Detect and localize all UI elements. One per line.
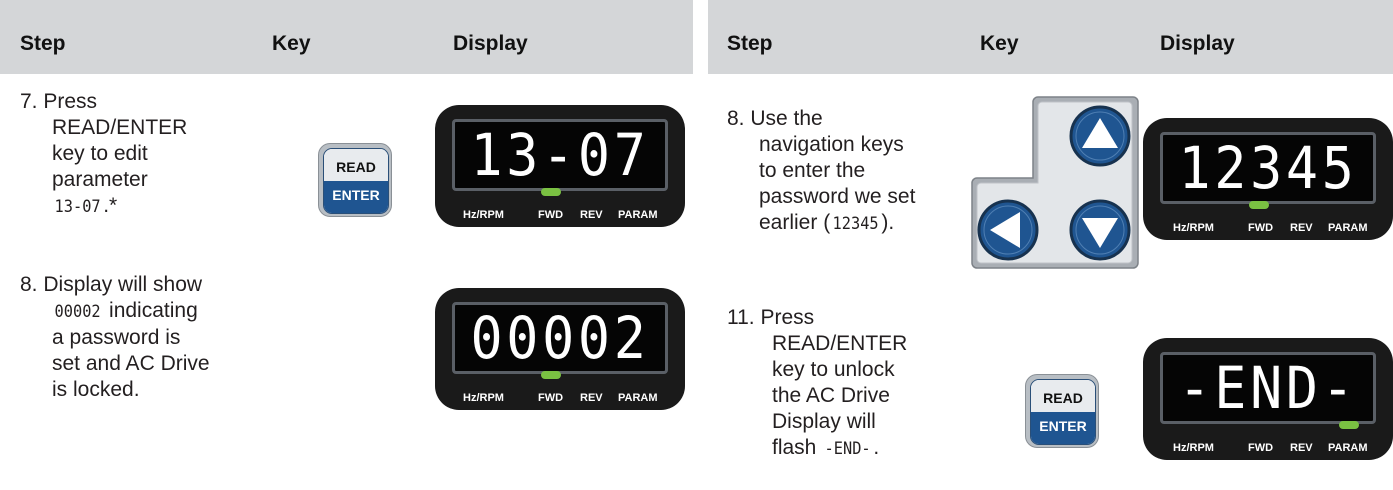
hz-rpm-label: Hz/RPM: [463, 392, 504, 404]
display-digits: 13-07: [470, 121, 650, 189]
read-enter-key-2-face: READ ENTER: [1030, 379, 1096, 445]
step-8b-line-2: navigation keys: [759, 133, 904, 156]
header-key-right: Key: [980, 32, 1019, 55]
step-7-line-4: parameter: [52, 168, 148, 191]
enter-label: ENTER: [1031, 412, 1095, 444]
step-8b-last-pre: earlier (: [759, 211, 831, 234]
header-step-right: Step: [727, 32, 773, 55]
step-7-line-3: key to edit: [52, 142, 148, 165]
read-enter-key-2[interactable]: READ ENTER: [1025, 374, 1099, 448]
step-11-line-6: flash -END-.: [727, 435, 907, 462]
step-8a-line-5: is locked.: [52, 378, 140, 401]
step-8b-last-post: ).: [881, 211, 895, 234]
display-digits: 12345: [1178, 134, 1358, 202]
step-11-number: 11.: [727, 306, 755, 329]
hz-rpm-label: Hz/RPM: [1173, 442, 1214, 454]
fwd-label: FWD: [1248, 222, 1274, 234]
rev-label: REV: [1290, 222, 1313, 234]
read-label: READ: [1031, 380, 1095, 412]
rev-label: REV: [1290, 442, 1313, 454]
fwd-indicator-led: [541, 188, 561, 196]
display-window: -END-: [1160, 352, 1376, 424]
step-8a-line-2-text: indicating: [109, 299, 198, 322]
step-11-last-pre: flash: [772, 436, 823, 459]
step-8a-code: 00002: [54, 302, 101, 322]
step-11-line-4: the AC Drive: [772, 384, 890, 407]
step-11-text: 11. Press READ/ENTER key to unlock the A…: [727, 305, 907, 462]
left-arrow-button[interactable]: [977, 199, 1039, 261]
step-7-line-5: 13-07 .*: [20, 193, 187, 220]
hz-rpm-label: Hz/RPM: [1173, 222, 1214, 234]
step-7-number: 7.: [20, 90, 38, 113]
header-bar-right: [708, 0, 1393, 74]
step-7-line-1-text: Press: [43, 90, 98, 113]
step-11-last-post: .: [873, 436, 880, 459]
rev-label: REV: [580, 209, 603, 221]
read-enter-key-1[interactable]: READ ENTER: [318, 143, 392, 217]
header-bar-left: [0, 0, 693, 74]
read-enter-key-1-face: READ ENTER: [323, 148, 389, 214]
fwd-indicator-led: [541, 371, 561, 379]
fwd-label: FWD: [538, 209, 564, 221]
header-display-right: Display: [1160, 32, 1235, 55]
step-8a-line-2: 00002 indicating: [20, 298, 210, 325]
step-7-code: 13-07: [54, 197, 101, 217]
keypad-display-3: 12345 Hz/RPM FWD REV PARAM: [1143, 118, 1393, 240]
rev-label: REV: [580, 392, 603, 404]
display-window: 12345: [1160, 132, 1376, 204]
step-11-line-1: 11. Press: [727, 306, 814, 329]
header-display-left: Display: [453, 32, 528, 55]
step-8b-line-1: 8. Use the: [727, 107, 823, 130]
hz-rpm-label: Hz/RPM: [463, 209, 504, 221]
step-8b-code: 12345: [832, 214, 879, 234]
step-8b-number: 8.: [727, 107, 745, 130]
param-label: PARAM: [1328, 222, 1368, 234]
step-8a-line-3: a password is: [52, 326, 181, 349]
step-11-line-3: key to unlock: [772, 358, 895, 381]
step-7-line-1: 7. Press: [20, 90, 97, 113]
keypad-display-4: -END- Hz/RPM FWD REV PARAM: [1143, 338, 1393, 460]
step-8b-line-4: password we set: [759, 185, 916, 208]
step-7-text: 7. Press READ/ENTER key to edit paramete…: [20, 89, 187, 220]
step-11-line-1-text: Press: [760, 306, 815, 329]
keypad-display-2: 00002 Hz/RPM FWD REV PARAM: [435, 288, 685, 410]
step-8-left-text: 8. Display will show 00002 indicating a …: [20, 272, 210, 403]
fwd-label: FWD: [1248, 442, 1274, 454]
display-digits: 00002: [470, 304, 650, 372]
read-label: READ: [324, 149, 388, 181]
step-11-code: -END-: [824, 439, 871, 459]
step-8-right-text: 8. Use the navigation keys to enter the …: [727, 106, 915, 237]
step-8a-line-1-text: Display will show: [43, 273, 203, 296]
display-window: 13-07: [452, 119, 668, 191]
step-8a-number: 8.: [20, 273, 38, 296]
fwd-label: FWD: [538, 392, 564, 404]
step-11-line-2: READ/ENTER: [772, 332, 908, 355]
step-8b-line-1-text: Use the: [750, 107, 823, 130]
keypad-display-1: 13-07 Hz/RPM FWD REV PARAM: [435, 105, 685, 227]
header-key-left: Key: [272, 32, 311, 55]
step-8b-line-3: to enter the: [759, 159, 866, 182]
header-step-left: Step: [20, 32, 66, 55]
param-indicator-led: [1339, 421, 1359, 429]
enter-label: ENTER: [324, 181, 388, 213]
step-8b-line-5: earlier (12345).: [727, 210, 915, 237]
step-8a-line-4: set and AC Drive: [52, 352, 210, 375]
param-label: PARAM: [1328, 442, 1368, 454]
param-label: PARAM: [618, 392, 658, 404]
step-7-line-2: READ/ENTER: [52, 116, 188, 139]
step-11-line-5: Display will: [772, 410, 876, 433]
display-digits: -END-: [1178, 354, 1358, 422]
display-window: 00002: [452, 302, 668, 374]
step-7-suffix: .*: [103, 194, 118, 217]
navigation-keypad: [971, 96, 1139, 269]
step-8a-line-1: 8. Display will show: [20, 273, 202, 296]
fwd-indicator-led: [1249, 201, 1269, 209]
up-arrow-button[interactable]: [1069, 105, 1131, 167]
param-label: PARAM: [618, 209, 658, 221]
down-arrow-button[interactable]: [1069, 199, 1131, 261]
